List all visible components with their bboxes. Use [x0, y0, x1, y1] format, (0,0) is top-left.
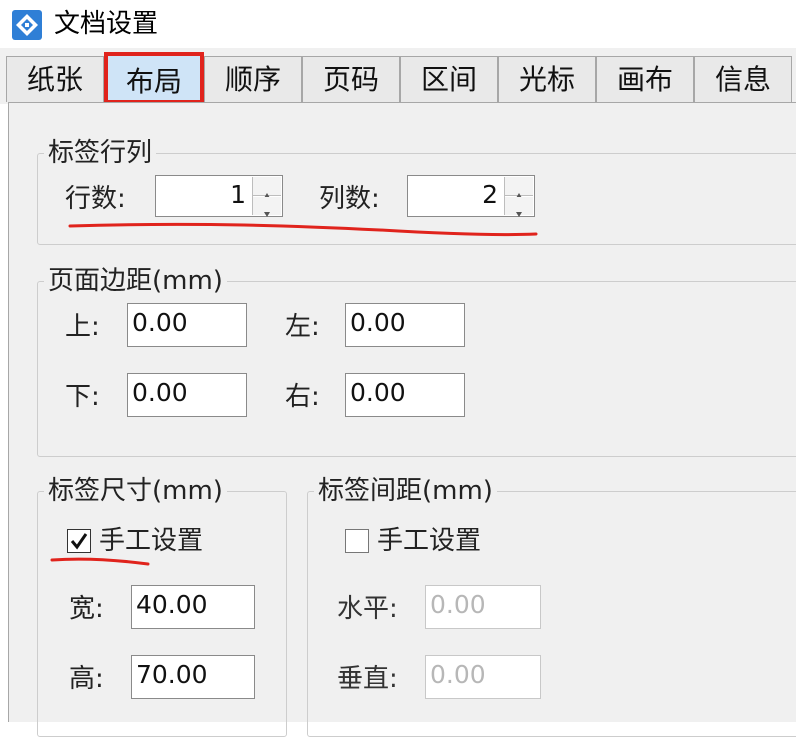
- tab-info[interactable]: 信息: [694, 56, 792, 102]
- tab-order[interactable]: 顺序: [204, 56, 302, 102]
- tab-range[interactable]: 区间: [400, 56, 498, 102]
- layout-panel: 标签行列 行数: 1 列数: 2 页面边距(mm) 上: 0.00 左: 0.0…: [8, 102, 796, 737]
- cols-spinner[interactable]: 2: [407, 175, 535, 217]
- label-rows-cols-title: 标签行列: [48, 138, 153, 168]
- label-size-manual-checkbox[interactable]: [67, 529, 91, 553]
- cols-decrement-button[interactable]: [505, 197, 533, 217]
- spacing-horizontal-input[interactable]: 0.00: [425, 585, 541, 629]
- margin-right-input[interactable]: 0.00: [345, 373, 465, 417]
- page-margins-group: 页面边距(mm): [37, 267, 796, 457]
- spacing-horizontal-label: 水平:: [337, 594, 398, 624]
- arrow-down-icon: [516, 212, 522, 217]
- checkmark-icon: [70, 533, 88, 550]
- label-size-manual-label[interactable]: 手工设置: [99, 525, 203, 557]
- label-spacing-title: 标签间距(mm): [318, 476, 493, 506]
- label-width-input[interactable]: 40.00: [131, 585, 255, 629]
- rows-label: 行数:: [65, 184, 126, 214]
- label-width-label: 宽:: [69, 594, 104, 624]
- margin-bottom-input[interactable]: 0.00: [127, 373, 247, 417]
- spacing-vertical-label: 垂直:: [337, 664, 398, 694]
- spacing-vertical-input[interactable]: 0.00: [425, 655, 541, 699]
- cols-increment-button[interactable]: [505, 177, 533, 198]
- rows-spin-buttons: [252, 177, 281, 217]
- tab-paper[interactable]: 纸张: [6, 56, 104, 102]
- label-spacing-manual-checkbox[interactable]: [345, 529, 369, 553]
- rows-value: 1: [230, 180, 246, 209]
- tab-layout[interactable]: 布局: [104, 52, 204, 104]
- title-bar: 文档设置: [0, 0, 796, 48]
- label-size-title: 标签尺寸(mm): [48, 476, 223, 506]
- page-margins-title: 页面边距(mm): [48, 266, 223, 296]
- label-height-input[interactable]: 70.00: [131, 655, 255, 699]
- tab-cursor[interactable]: 光标: [498, 56, 596, 102]
- rows-decrement-button[interactable]: [253, 197, 281, 217]
- margin-top-input[interactable]: 0.00: [127, 303, 247, 347]
- cols-spin-buttons: [504, 177, 533, 217]
- margin-bottom-label: 下:: [65, 382, 100, 412]
- rows-spinner[interactable]: 1: [155, 175, 283, 217]
- tab-page-number[interactable]: 页码: [302, 56, 400, 102]
- app-logo-icon: [12, 10, 42, 40]
- cols-value: 2: [482, 180, 498, 209]
- tab-canvas[interactable]: 画布: [596, 56, 694, 102]
- rows-increment-button[interactable]: [253, 177, 281, 198]
- window-title: 文档设置: [54, 9, 159, 39]
- margin-left-label: 左:: [285, 312, 320, 342]
- margin-left-input[interactable]: 0.00: [345, 303, 465, 347]
- label-height-label: 高:: [69, 664, 104, 694]
- margin-top-label: 上:: [65, 312, 100, 342]
- cols-label: 列数:: [319, 184, 380, 214]
- margin-right-label: 右:: [285, 382, 320, 412]
- arrow-down-icon: [264, 212, 270, 217]
- label-spacing-manual-label[interactable]: 手工设置: [377, 525, 481, 557]
